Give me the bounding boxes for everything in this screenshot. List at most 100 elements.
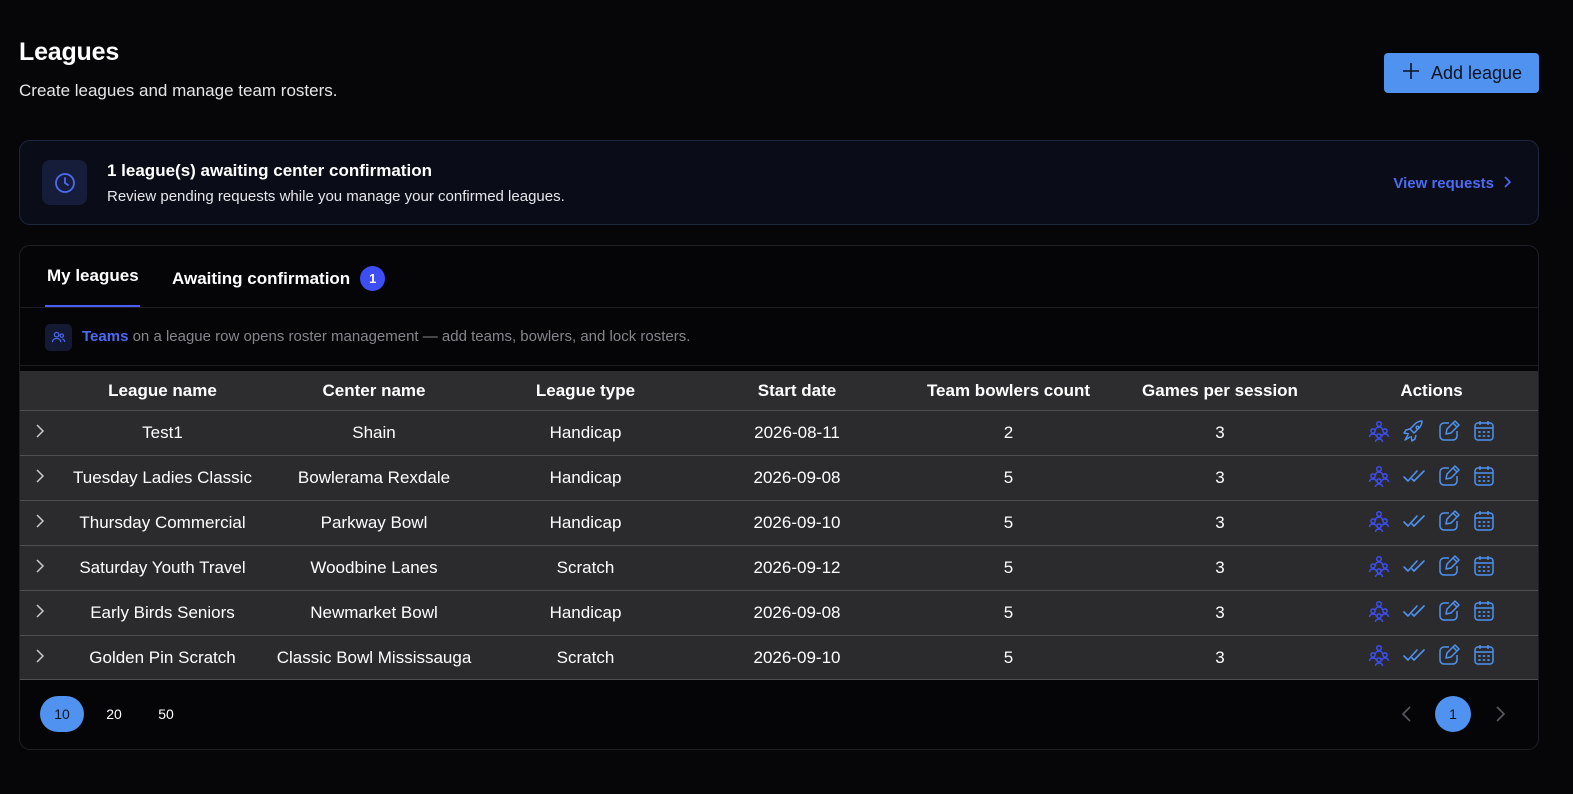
chevron-right-icon bbox=[34, 423, 46, 443]
league-name-cell: Tuesday Ladies Classic bbox=[73, 468, 252, 487]
column-header: Center name bbox=[322, 380, 426, 400]
team-bowlers-count-cell: 5 bbox=[1003, 603, 1014, 622]
games-per-session-cell: 3 bbox=[1215, 468, 1225, 487]
center-name-cell: Shain bbox=[352, 423, 396, 442]
center-name-cell: Classic Bowl Mississauga bbox=[276, 647, 472, 667]
table-row[interactable]: Early Birds Seniors Newmarket Bowl Handica… bbox=[20, 590, 1538, 635]
schedule-button[interactable] bbox=[1470, 599, 1498, 627]
expand-row-button[interactable] bbox=[20, 558, 60, 578]
calendar-icon bbox=[1472, 464, 1496, 493]
expand-row-button[interactable] bbox=[20, 603, 60, 623]
teams-icon bbox=[1367, 643, 1391, 672]
teams-button[interactable] bbox=[1365, 599, 1393, 627]
add-league-button[interactable]: Add league bbox=[1384, 53, 1539, 93]
tab-my-leagues[interactable]: My leagues bbox=[47, 266, 139, 286]
calendar-icon bbox=[1472, 419, 1496, 448]
leagues-card: My leagues Awaiting confirmation 1 Teams… bbox=[19, 245, 1539, 750]
launch-league-button[interactable] bbox=[1400, 419, 1428, 447]
teams-button[interactable] bbox=[1365, 554, 1393, 582]
calendar-icon bbox=[1472, 554, 1496, 583]
banner-text: Review pending requests while you manage… bbox=[107, 188, 565, 205]
confirmed-button[interactable] bbox=[1400, 554, 1428, 582]
tab-awaiting-confirmation[interactable]: Awaiting confirmation 1 bbox=[172, 266, 386, 291]
teams-icon bbox=[1367, 554, 1391, 583]
leagues-page: Leagues Create leagues and manage team r… bbox=[0, 0, 1573, 794]
edit-league-button[interactable] bbox=[1435, 419, 1463, 447]
league-type-cell: Handicap bbox=[549, 423, 622, 442]
awaiting-count-badge: 1 bbox=[360, 266, 386, 291]
start-date-cell: 2026-08-11 bbox=[754, 423, 840, 442]
teams-button[interactable] bbox=[1365, 644, 1393, 672]
teams-hint: Teams on a league row opens roster manag… bbox=[20, 308, 1538, 366]
edit-icon bbox=[1437, 419, 1461, 448]
page-size-10[interactable]: 10 bbox=[40, 696, 84, 732]
confirmed-button[interactable] bbox=[1400, 509, 1428, 537]
rocket-icon bbox=[1402, 419, 1426, 448]
expand-row-button[interactable] bbox=[20, 468, 60, 488]
schedule-button[interactable] bbox=[1470, 509, 1498, 537]
league-name-cell: Test1 bbox=[142, 423, 183, 442]
page-size-20[interactable]: 20 bbox=[92, 696, 136, 732]
schedule-button[interactable] bbox=[1470, 464, 1498, 492]
teams-button[interactable] bbox=[1365, 464, 1393, 492]
start-date-cell: 2026-09-08 bbox=[753, 468, 841, 487]
actions-cell bbox=[1329, 599, 1534, 627]
chevron-right-icon bbox=[34, 558, 46, 578]
games-per-session-cell: 3 bbox=[1215, 423, 1225, 442]
games-per-session-cell: 3 bbox=[1215, 513, 1225, 532]
confirmed-button[interactable] bbox=[1400, 464, 1428, 492]
edit-league-button[interactable] bbox=[1435, 599, 1463, 627]
expand-row-button[interactable] bbox=[20, 648, 60, 668]
start-date-cell: 2026-09-12 bbox=[753, 558, 841, 577]
team-bowlers-count-cell: 5 bbox=[1003, 468, 1014, 487]
edit-league-button[interactable] bbox=[1435, 644, 1463, 672]
start-date-cell: 2026-09-08 bbox=[753, 603, 841, 622]
center-name-cell: Newmarket Bowl bbox=[310, 603, 438, 622]
chevron-right-icon bbox=[1502, 175, 1512, 192]
center-name-cell: Parkway Bowl bbox=[320, 513, 428, 532]
column-header: League type bbox=[535, 380, 636, 400]
page-subtitle: Create leagues and manage team rosters. bbox=[19, 81, 338, 100]
table-body: Test1 Shain Handicap 2026-08-11 2 3 Tuesday La… bbox=[20, 410, 1538, 680]
confirmed-button[interactable] bbox=[1400, 599, 1428, 627]
expand-row-button[interactable] bbox=[20, 423, 60, 443]
league-name-cell: Thursday Commercial bbox=[79, 513, 246, 532]
view-requests-link[interactable]: View requests bbox=[1393, 175, 1512, 192]
column-header: League name bbox=[108, 380, 217, 400]
column-header: Start date bbox=[757, 380, 837, 400]
column-header: Actions bbox=[1400, 380, 1463, 400]
league-name-cell: Early Birds Seniors bbox=[90, 603, 235, 622]
expand-row-button[interactable] bbox=[20, 513, 60, 533]
page-size-50[interactable]: 50 bbox=[144, 696, 188, 732]
column-header: Team bowlers count bbox=[926, 380, 1091, 400]
prev-page-button[interactable] bbox=[1395, 696, 1417, 732]
table-row[interactable]: Test1 Shain Handicap 2026-08-11 2 3 bbox=[20, 410, 1538, 455]
page-title: Leagues bbox=[19, 38, 120, 66]
edit-league-button[interactable] bbox=[1435, 509, 1463, 537]
table-row[interactable]: Saturday Youth Travel Woodbine Lanes Scrat… bbox=[20, 545, 1538, 590]
schedule-button[interactable] bbox=[1470, 419, 1498, 447]
teams-icon bbox=[1367, 599, 1391, 628]
league-type-cell: Scratch bbox=[556, 558, 615, 577]
edit-league-button[interactable] bbox=[1435, 464, 1463, 492]
page-1-button[interactable]: 1 bbox=[1435, 696, 1471, 732]
actions-cell bbox=[1329, 554, 1534, 582]
next-page-button[interactable] bbox=[1489, 696, 1511, 732]
edit-league-button[interactable] bbox=[1435, 554, 1463, 582]
tab-bar: My leagues Awaiting confirmation 1 bbox=[20, 246, 1538, 308]
chevron-left-icon bbox=[1401, 706, 1411, 722]
start-date-cell: 2026-09-10 bbox=[753, 513, 841, 532]
teams-icon bbox=[1367, 509, 1391, 538]
actions-cell bbox=[1329, 464, 1534, 492]
schedule-button[interactable] bbox=[1470, 644, 1498, 672]
schedule-button[interactable] bbox=[1470, 554, 1498, 582]
confirmed-button[interactable] bbox=[1400, 644, 1428, 672]
table-row[interactable]: Golden Pin Scratch Classic Bowl Mississau… bbox=[20, 635, 1538, 680]
table-row[interactable]: Thursday Commercial Parkway Bowl Handicap 2… bbox=[20, 500, 1538, 545]
table-row[interactable]: Tuesday Ladies Classic Bowlerama Rexdale H… bbox=[20, 455, 1538, 500]
teams-button[interactable] bbox=[1365, 419, 1393, 447]
hint-body: on a league row opens roster management … bbox=[128, 328, 691, 345]
calendar-icon bbox=[1472, 509, 1496, 538]
chevron-right-icon bbox=[34, 468, 46, 488]
teams-button[interactable] bbox=[1365, 509, 1393, 537]
